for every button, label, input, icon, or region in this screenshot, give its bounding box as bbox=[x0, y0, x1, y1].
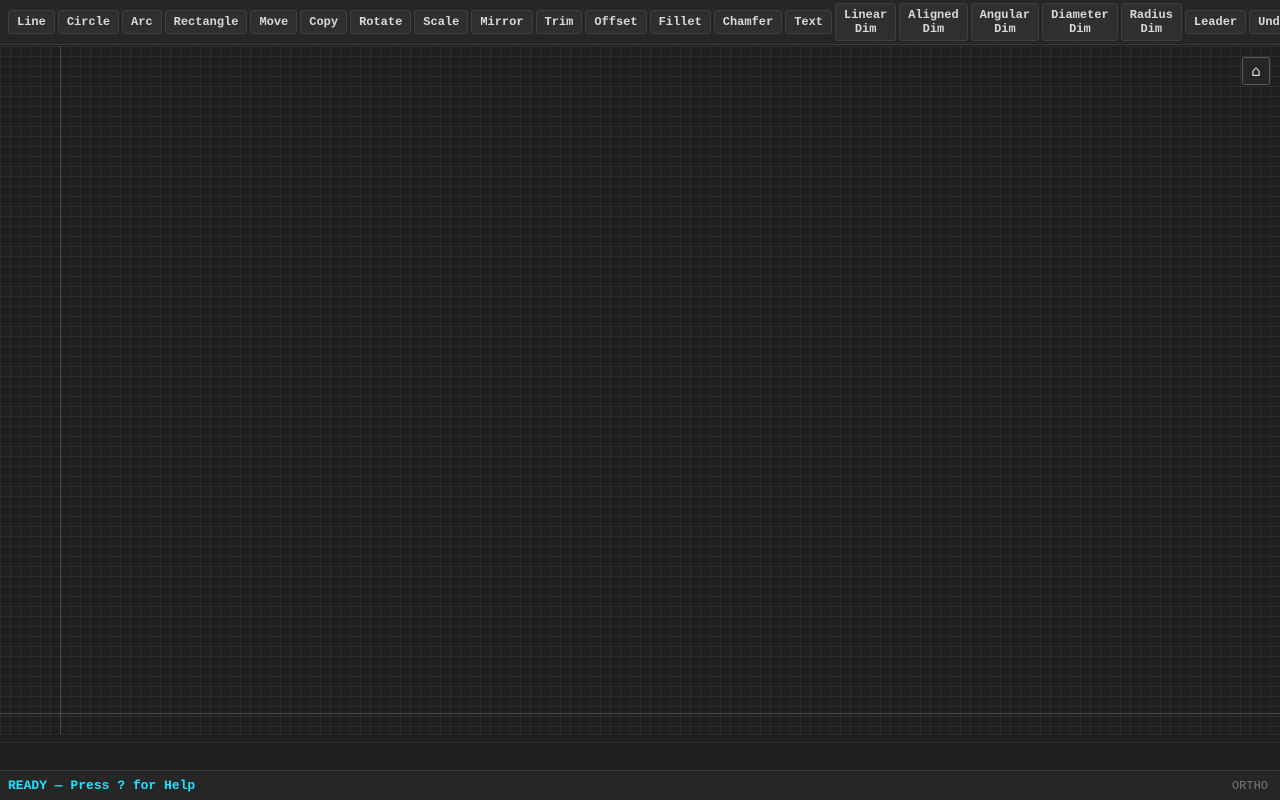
text-button[interactable]: Text bbox=[785, 10, 833, 34]
copy-button[interactable]: Copy bbox=[300, 10, 348, 34]
home-view-button[interactable]: ⌂ bbox=[1242, 57, 1270, 85]
radius-dim-button[interactable]: Radius Dim bbox=[1120, 3, 1182, 41]
radius-dim-label-line1: Radius bbox=[1129, 8, 1173, 22]
rotate-button[interactable]: Rotate bbox=[350, 10, 412, 34]
leader-button[interactable]: Leader bbox=[1184, 10, 1247, 34]
angular-dim-label-line1: Angular bbox=[979, 8, 1031, 22]
cad-app: Line Circle Arc Rectangle Move Copy Rota… bbox=[0, 0, 1280, 800]
trim-button[interactable]: Trim bbox=[535, 10, 583, 34]
linear-dim-button[interactable]: Linear Dim bbox=[835, 3, 897, 41]
ortho-toggle[interactable]: ORTHO bbox=[1232, 779, 1268, 793]
aligned-dim-label-line2: Dim bbox=[922, 22, 945, 36]
diameter-dim-button[interactable]: Diameter Dim bbox=[1042, 3, 1118, 41]
command-line-area bbox=[0, 734, 1280, 770]
rectangle-button[interactable]: Rectangle bbox=[164, 10, 248, 34]
command-input[interactable] bbox=[0, 742, 1280, 770]
home-icon: ⌂ bbox=[1251, 62, 1261, 80]
aligned-dim-label-line1: Aligned bbox=[908, 8, 959, 22]
fillet-button[interactable]: Fillet bbox=[649, 10, 711, 34]
status-text: READY — Press ? for Help bbox=[8, 778, 196, 793]
y-axis-line bbox=[60, 46, 61, 734]
circle-button[interactable]: Circle bbox=[57, 10, 120, 34]
status-bar: READY — Press ? for Help ORTHO bbox=[0, 770, 1280, 800]
move-button[interactable]: Move bbox=[250, 10, 298, 34]
aligned-dim-button[interactable]: Aligned Dim bbox=[899, 3, 968, 41]
linear-dim-label-line1: Linear bbox=[844, 8, 888, 22]
diameter-dim-label-line1: Diameter bbox=[1051, 8, 1109, 22]
undo-button[interactable]: Undo bbox=[1249, 10, 1280, 34]
x-axis-line bbox=[0, 713, 1280, 714]
toolbar: Line Circle Arc Rectangle Move Copy Rota… bbox=[0, 0, 1280, 45]
mirror-button[interactable]: Mirror bbox=[471, 10, 533, 34]
chamfer-button[interactable]: Chamfer bbox=[713, 10, 783, 34]
diameter-dim-label-line2: Dim bbox=[1069, 22, 1091, 36]
arc-button[interactable]: Arc bbox=[122, 10, 162, 34]
angular-dim-button[interactable]: Angular Dim bbox=[970, 3, 1040, 41]
angular-dim-label-line2: Dim bbox=[994, 22, 1016, 36]
offset-button[interactable]: Offset bbox=[585, 10, 647, 34]
drawing-canvas[interactable]: ⌂ bbox=[0, 46, 1280, 734]
linear-dim-label-line2: Dim bbox=[854, 22, 877, 36]
scale-button[interactable]: Scale bbox=[414, 10, 469, 34]
line-button[interactable]: Line bbox=[8, 10, 55, 34]
radius-dim-label-line2: Dim bbox=[1140, 22, 1163, 36]
